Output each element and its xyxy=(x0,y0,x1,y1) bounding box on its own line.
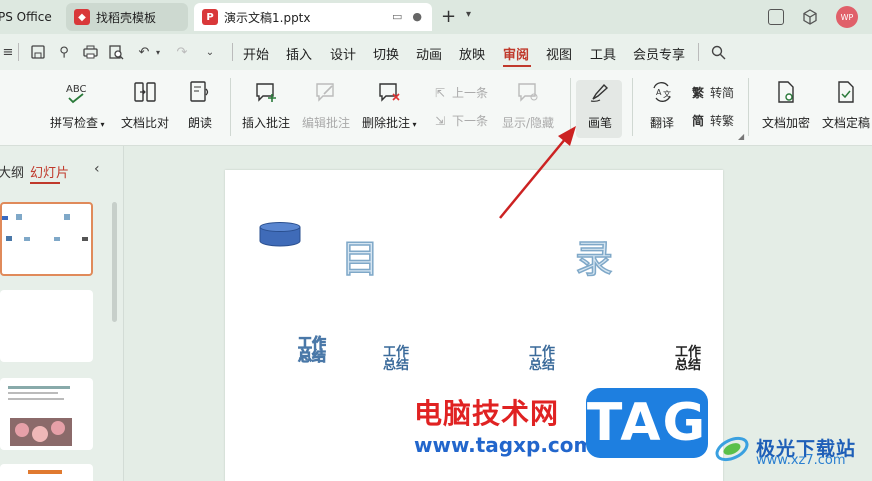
watermark-download-site: 极光下载站 www.xz7.com xyxy=(712,427,856,468)
aurora-logo-icon xyxy=(715,436,749,462)
watermark-site-name: 电脑技术网 xyxy=(414,397,560,430)
watermark-url: www.tagxp.com xyxy=(414,433,595,457)
watermark-site-url: www.xz7.com xyxy=(756,453,846,468)
watermark-tag-logo: TAG xyxy=(586,388,708,458)
